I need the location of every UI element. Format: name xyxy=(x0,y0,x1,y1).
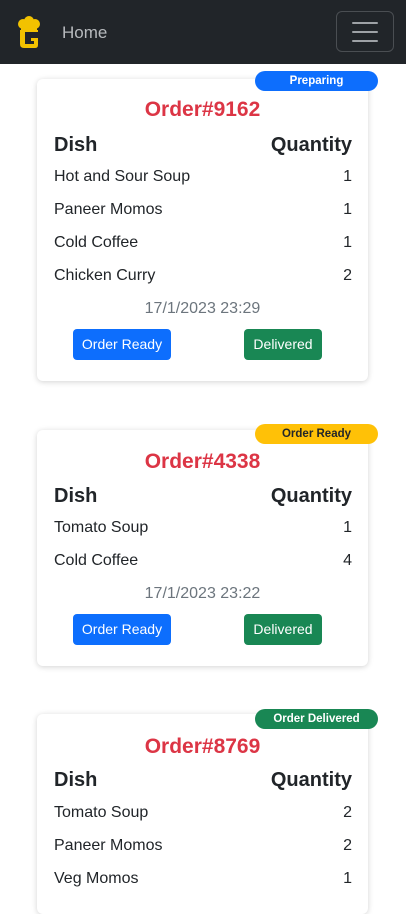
order-ready-button[interactable]: Order Ready xyxy=(73,614,171,645)
dish-quantity: 4 xyxy=(343,552,352,569)
dish-name: Paneer Momos xyxy=(54,837,163,854)
dish-name: Cold Coffee xyxy=(54,234,139,251)
hamburger-bar xyxy=(352,40,378,42)
order-title: Order#9162 xyxy=(144,98,261,121)
quantity-header: Quantity xyxy=(270,134,352,156)
navbar: Home xyxy=(0,0,406,64)
dish-name: Hot and Sour Soup xyxy=(54,168,191,185)
dish-header: Dish xyxy=(54,485,98,507)
delivered-button[interactable]: Delivered xyxy=(244,614,322,645)
dish-name: Veg Momos xyxy=(54,870,139,887)
order-card: Order#8769 Dish Quantity Tomato Soup 2 P… xyxy=(37,714,368,914)
dish-quantity: 1 xyxy=(343,870,352,887)
dish-header: Dish xyxy=(54,134,98,156)
order-timestamp: 17/1/2023 23:29 xyxy=(144,300,261,317)
order-ready-button[interactable]: Order Ready xyxy=(73,329,171,360)
order-timestamp: 17/1/2023 23:22 xyxy=(144,585,261,602)
order-title: Order#8769 xyxy=(144,735,261,758)
navbar-toggler-button[interactable] xyxy=(336,11,394,52)
dish-name: Tomato Soup xyxy=(54,519,149,536)
delivered-button[interactable]: Delivered xyxy=(244,329,322,360)
dish-quantity: 2 xyxy=(343,837,352,854)
order-title: Order#4338 xyxy=(144,450,261,473)
quantity-header: Quantity xyxy=(270,485,352,507)
order-card: Order#9162 Dish Quantity Hot and Sour So… xyxy=(37,79,368,381)
chef-hat-logo-icon[interactable] xyxy=(16,16,42,50)
nav-home-link[interactable]: Home xyxy=(62,22,107,44)
dish-name: Paneer Momos xyxy=(54,201,163,218)
dish-quantity: 1 xyxy=(343,519,352,536)
hamburger-bar xyxy=(352,31,378,33)
status-badge-order-delivered: Order Delivered xyxy=(255,709,378,729)
dish-quantity: 2 xyxy=(343,267,352,284)
status-badge-preparing: Preparing xyxy=(255,71,378,91)
hamburger-menu-icon xyxy=(352,22,378,24)
dish-name: Cold Coffee xyxy=(54,552,139,569)
quantity-header: Quantity xyxy=(270,769,352,791)
status-badge-order-ready: Order Ready xyxy=(255,424,378,444)
dish-quantity: 1 xyxy=(343,201,352,218)
order-card: Order#4338 Dish Quantity Tomato Soup 1 C… xyxy=(37,430,368,666)
dish-header: Dish xyxy=(54,769,98,791)
dish-quantity: 2 xyxy=(343,804,352,821)
dish-name: Chicken Curry xyxy=(54,267,156,284)
dish-name: Tomato Soup xyxy=(54,804,149,821)
dish-quantity: 1 xyxy=(343,168,352,185)
dish-quantity: 1 xyxy=(343,234,352,251)
